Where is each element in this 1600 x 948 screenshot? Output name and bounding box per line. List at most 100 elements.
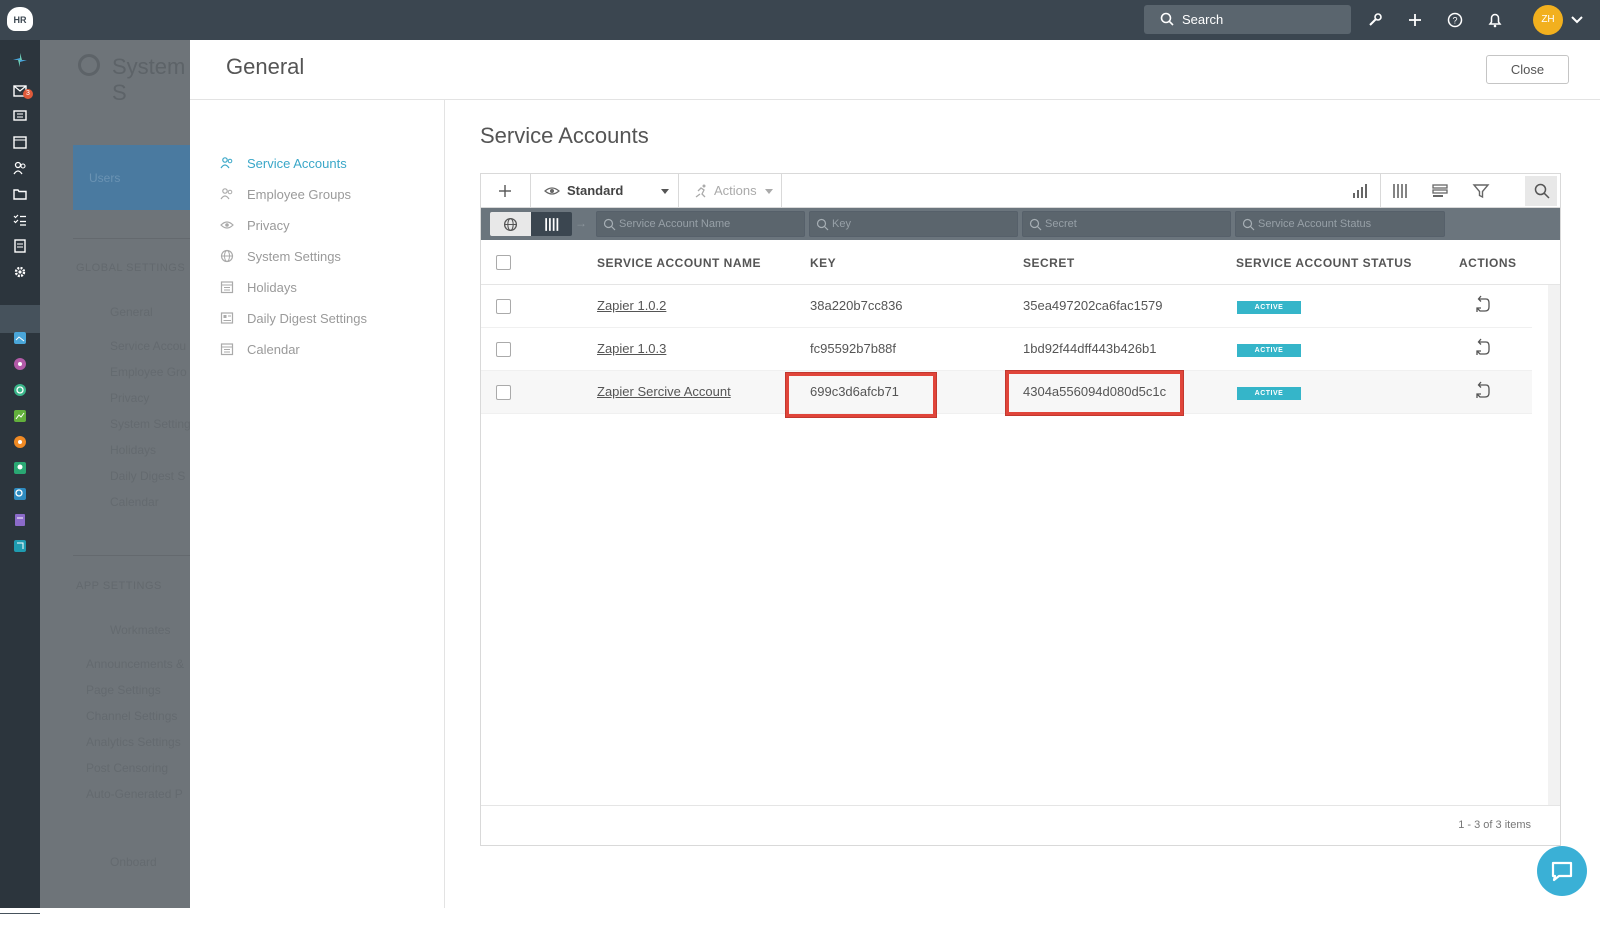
account-name-link[interactable]: Zapier 1.0.2: [597, 298, 666, 313]
regenerate-icon[interactable]: [1474, 295, 1492, 315]
running-icon: [695, 184, 706, 198]
divider: [1380, 174, 1381, 208]
name-filter-input[interactable]: Service Account Name: [596, 211, 805, 237]
account-key: 38a220b7cc836: [810, 298, 903, 313]
background-item: Holidays: [110, 443, 157, 457]
column-filter-button[interactable]: [531, 212, 572, 236]
app-icon-1[interactable]: [12, 330, 28, 346]
background-item: Employee Gro: [110, 365, 187, 379]
subnav-label: Employee Groups: [247, 187, 352, 202]
wrench-icon[interactable]: [1365, 10, 1385, 30]
row-checkbox[interactable]: [496, 342, 511, 357]
app-icon-5[interactable]: [12, 434, 28, 450]
settings-subnav: Service Accounts Employee Groups Privacy…: [190, 100, 445, 908]
divider: [781, 174, 782, 208]
column-header-name[interactable]: SERVICE ACCOUNT NAME: [597, 256, 761, 270]
page-title: Service Accounts: [480, 123, 649, 148]
grid-footer: 1 - 3 of 3 items: [481, 805, 1560, 845]
globe-icon: [220, 249, 234, 263]
column-header-key[interactable]: KEY: [810, 256, 836, 270]
people-icon[interactable]: [12, 160, 28, 176]
app-icon-6[interactable]: [12, 460, 28, 476]
row-checkbox[interactable]: [496, 299, 511, 314]
search-toggle-button[interactable]: [1525, 176, 1557, 206]
bell-icon[interactable]: [1485, 10, 1505, 30]
column-header-actions: ACTIONS: [1459, 256, 1517, 270]
vertical-scrollbar[interactable]: [1548, 285, 1560, 805]
view-selector[interactable]: Standard: [531, 174, 678, 208]
calendar-icon[interactable]: [12, 134, 28, 150]
grid-toolbar: Standard Actions: [481, 174, 1560, 208]
columns-icon[interactable]: [1390, 181, 1410, 201]
calendar-icon: [220, 343, 234, 356]
chat-icon[interactable]: [12, 108, 28, 124]
chevron-down-icon[interactable]: [1570, 14, 1584, 26]
background-users-label: Users: [89, 171, 121, 185]
panel-title: General: [226, 54, 305, 79]
document-icon[interactable]: [12, 238, 28, 254]
background-users-card: Users: [73, 145, 190, 210]
pinwheel-icon[interactable]: [12, 52, 28, 68]
top-bar: HR Search ? ZH: [0, 0, 1600, 40]
app-icon-2[interactable]: [12, 356, 28, 372]
folder-icon[interactable]: [12, 186, 28, 202]
status-filter-input[interactable]: Service Account Status: [1235, 211, 1445, 237]
gear-icon: [78, 54, 100, 76]
users-icon: [220, 188, 233, 200]
table-header: SERVICE ACCOUNT NAME KEY SECRET SERVICE …: [481, 240, 1560, 285]
checklist-icon[interactable]: [12, 212, 28, 228]
plus-icon[interactable]: [1405, 10, 1425, 30]
regenerate-icon[interactable]: [1474, 381, 1492, 401]
actions-label: Actions: [714, 183, 757, 198]
search-icon: [603, 218, 616, 231]
row-checkbox[interactable]: [496, 385, 511, 400]
subnav-label: Calendar: [247, 342, 300, 357]
secret-filter-placeholder: Secret: [1045, 218, 1077, 230]
chart-icon[interactable]: [1349, 181, 1369, 201]
filter-icon[interactable]: [1471, 181, 1491, 201]
column-header-secret[interactable]: SECRET: [1023, 256, 1075, 270]
background-item: Channel Settings: [86, 709, 178, 723]
account-secret: 1bd92f44dff443b426b1: [1023, 341, 1157, 356]
chat-support-button[interactable]: [1537, 846, 1587, 896]
regenerate-icon[interactable]: [1474, 338, 1492, 358]
gear-icon[interactable]: [12, 264, 28, 280]
app-logo[interactable]: HR: [7, 7, 33, 31]
service-accounts-grid: Standard Actions → Service Account Name …: [480, 173, 1561, 846]
svg-text:?: ?: [1452, 16, 1457, 26]
chevron-down-icon: [765, 189, 773, 194]
status-badge: ACTIVE: [1237, 344, 1301, 357]
background-item: Privacy: [110, 391, 150, 405]
background-title: System S: [112, 54, 186, 105]
background-page-overlay: System S Users GLOBAL SETTINGS General S…: [40, 40, 190, 908]
app-icon-4[interactable]: [12, 408, 28, 424]
add-button[interactable]: [496, 182, 514, 200]
key-filter-input[interactable]: Key: [809, 211, 1018, 237]
columns-icon: [545, 218, 559, 231]
actions-menu[interactable]: Actions: [679, 174, 781, 208]
background-item: Daily Digest S: [110, 469, 186, 483]
subnav-label: Privacy: [247, 218, 290, 233]
search-icon: [1160, 12, 1174, 26]
global-filter-button[interactable]: [490, 212, 531, 236]
panel-header: General Close: [190, 40, 1600, 100]
rail-expand-toggle[interactable]: [0, 913, 40, 948]
secret-filter-input[interactable]: Secret: [1022, 211, 1231, 237]
account-name-link[interactable]: Zapier 1.0.3: [597, 341, 666, 356]
background-item: General: [110, 305, 153, 319]
background-item: Workmates: [110, 623, 171, 637]
app-icon-7[interactable]: [12, 486, 28, 502]
close-button[interactable]: Close: [1486, 55, 1569, 84]
app-icon-3[interactable]: [12, 382, 28, 398]
status-badge: ACTIVE: [1237, 301, 1301, 314]
global-search[interactable]: Search: [1144, 5, 1351, 34]
list-settings-icon[interactable]: [1430, 181, 1450, 201]
notification-badge: 3: [23, 89, 33, 99]
select-all-checkbox[interactable]: [496, 255, 511, 270]
app-icon-9[interactable]: [12, 538, 28, 554]
column-header-status[interactable]: SERVICE ACCOUNT STATUS: [1236, 256, 1412, 270]
avatar[interactable]: ZH: [1533, 5, 1563, 35]
help-icon[interactable]: ?: [1445, 10, 1465, 30]
app-icon-8[interactable]: [12, 512, 28, 528]
account-name-link[interactable]: Zapier Sercive Account: [597, 384, 731, 399]
